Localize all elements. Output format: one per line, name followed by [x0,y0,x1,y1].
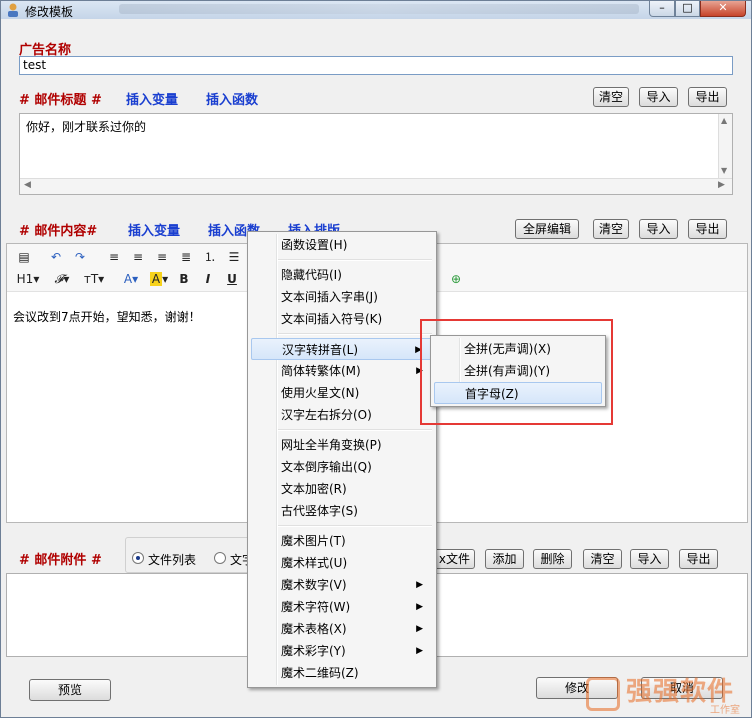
menu-item-to-traditional-label: 简体转繁体(M) [281,364,361,378]
attachment-add-button[interactable]: 添加 [485,549,524,569]
radio-text[interactable] [214,552,226,564]
content-insert-variable-link[interactable]: 插入变量 [128,220,180,239]
menu-item-function-settings[interactable]: 函数设置(H) [251,234,433,256]
maximize-button[interactable]: □ [675,1,700,17]
bold-icon[interactable]: B [175,270,193,288]
radio-file-list-label: 文件列表 [148,553,197,567]
content-export-button[interactable]: 导出 [688,219,727,239]
align-justify-icon[interactable]: ≣ [177,248,195,266]
menu-separator [278,333,432,335]
scroll-up-icon[interactable]: ▲ [721,116,727,125]
watermark-logo: 强强软件 工作室 [586,669,748,716]
watermark-icon [586,677,620,711]
title-bar[interactable]: 修改模板 – □ ✕ [1,1,751,19]
content-clear-button[interactable]: 清空 [593,219,629,239]
italic-icon[interactable]: I [199,270,217,288]
attachment-export-button[interactable]: 导出 [679,549,718,569]
subject-text: 你好，刚才联系过你的 [26,120,147,134]
preview-button[interactable]: 预览 [29,679,111,701]
font-color-icon[interactable]: A▾ [119,270,143,288]
title-blurred-region [119,4,639,14]
watermark-subtext: 工作室 [710,705,740,716]
content-label: # 邮件内容# [19,224,98,239]
underline-icon[interactable]: U [223,270,241,288]
attachment-label: # 邮件附件 # [19,553,102,568]
unordered-list-icon[interactable]: ☰ [225,248,243,266]
menu-item-martian-text[interactable]: 使用火星文(N) [251,382,433,404]
menu-separator [278,259,432,261]
subject-clear-button[interactable]: 清空 [593,87,629,107]
radio-file-list[interactable] [132,552,144,564]
menu-item-magic-char[interactable]: 魔术字符(W) ▶ [251,596,433,618]
subject-label: # 邮件标题 # [19,93,102,108]
heading-icon[interactable]: H1▾ [13,270,43,288]
highlight-box [420,319,613,425]
submenu-arrow-icon: ▶ [416,646,423,656]
attachment-delete-button[interactable]: 删除 [533,549,572,569]
menu-item-to-traditional[interactable]: 简体转繁体(M) ▶ [251,360,433,382]
font-size-icon[interactable]: тT▾ [81,270,107,288]
window-title: 修改模板 [25,5,74,19]
attachment-clear-button[interactable]: 清空 [583,549,622,569]
align-left-icon[interactable]: ≡ [105,248,123,266]
attachment-import-button[interactable]: 导入 [630,549,669,569]
fullscreen-edit-button[interactable]: 全屏编辑 [515,219,579,239]
scroll-left-icon[interactable]: ◀ [24,180,31,190]
subject-export-button[interactable]: 导出 [688,87,727,107]
ad-name-input[interactable]: test [19,56,733,75]
app-icon [5,2,21,18]
menu-item-reverse-text[interactable]: 文本倒序输出(Q) [251,456,433,478]
menu-item-url-width[interactable]: 网址全半角变换(P) [251,434,433,456]
submenu-arrow-icon: ▶ [416,624,423,634]
insert-row-icon[interactable]: ⊕ [447,270,465,288]
menu-item-insert-symbol[interactable]: 文本间插入符号(K) [251,308,433,330]
menu-item-magic-table-label: 魔术表格(X) [281,622,347,636]
menu-item-magic-table[interactable]: 魔术表格(X) ▶ [251,618,433,640]
content-import-button[interactable]: 导入 [639,219,678,239]
menu-item-hide-code[interactable]: 隐藏代码(I) [251,264,433,286]
subject-textarea[interactable]: 你好，刚才联系过你的 ◀ ▶ ▲ ▼ [19,113,733,195]
subject-vscrollbar[interactable]: ▲ ▼ [718,114,732,178]
context-menu: 函数设置(H) 隐藏代码(I) 文本间插入字串(J) 文本间插入符号(K) 汉字… [247,231,437,688]
content-text: 会议改到7点开始，望知悉，谢谢！ [13,310,201,324]
subject-import-button[interactable]: 导入 [639,87,678,107]
submenu-arrow-icon: ▶ [416,602,423,612]
ordered-list-icon[interactable]: ⒈ [201,248,219,266]
menu-item-magic-color-text-label: 魔术彩字(Y) [281,644,346,658]
align-right-icon[interactable]: ≡ [153,248,171,266]
menu-item-magic-style[interactable]: 魔术样式(U) [251,552,433,574]
menu-item-magic-color-text[interactable]: 魔术彩字(Y) ▶ [251,640,433,662]
align-center-icon[interactable]: ≡ [129,248,147,266]
scroll-right-icon[interactable]: ▶ [718,180,725,190]
undo-icon[interactable]: ↶ [47,248,65,266]
scroll-down-icon[interactable]: ▼ [721,166,727,175]
submenu-arrow-icon: ▶ [416,580,423,590]
font-family-icon[interactable]: 𝓕▾ [49,270,75,288]
subject-hscrollbar[interactable]: ◀ ▶ [20,178,732,194]
subject-insert-variable-link[interactable]: 插入变量 [126,89,178,108]
menu-item-magic-image[interactable]: 魔术图片(T) [251,530,433,552]
menu-item-insert-string[interactable]: 文本间插入字串(J) [251,286,433,308]
menu-item-magic-number-label: 魔术数字(V) [281,578,347,592]
menu-item-magic-char-label: 魔术字符(W) [281,600,351,614]
menu-item-encrypt-text[interactable]: 文本加密(R) [251,478,433,500]
highlight-color-icon[interactable]: A ▾ [147,270,171,288]
menu-separator [278,429,432,431]
menu-item-to-pinyin-label: 汉字转拼音(L) [282,343,359,357]
minimize-button[interactable]: – [649,1,675,17]
menu-item-to-pinyin[interactable]: 汉字转拼音(L) ▶ [251,338,433,360]
menu-item-magic-number[interactable]: 魔术数字(V) ▶ [251,574,433,596]
paste-icon[interactable]: ▤ [15,248,33,266]
close-button[interactable]: ✕ [700,1,746,17]
menu-item-magic-qrcode[interactable]: 魔术二维码(Z) [251,662,433,684]
menu-item-split-chars[interactable]: 汉字左右拆分(O) [251,404,433,426]
menu-separator [278,525,432,527]
subject-insert-function-link[interactable]: 插入函数 [206,89,258,108]
redo-icon[interactable]: ↷ [71,248,89,266]
menu-item-vertical-text[interactable]: 古代竖体字(S) [251,500,433,522]
